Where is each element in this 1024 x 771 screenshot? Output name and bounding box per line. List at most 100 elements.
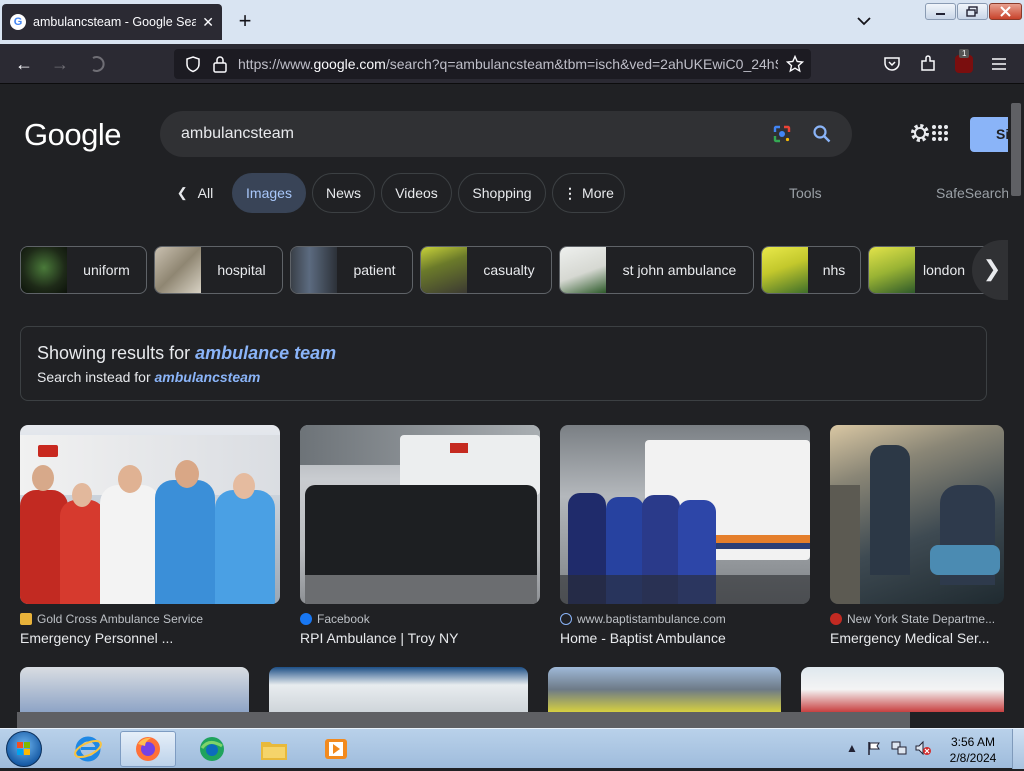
tab-more[interactable]: ⋮ More	[552, 173, 625, 213]
corrected-query-link[interactable]: ambulance team	[195, 343, 336, 363]
refine-label: uniform	[83, 262, 130, 278]
image-result[interactable]: New York State Departme... Emergency Med…	[830, 425, 1004, 646]
refine-chip-casualty[interactable]: casualty	[420, 246, 552, 294]
vertical-scrollbar-thumb[interactable]	[1011, 103, 1021, 196]
clock-date: 2/8/2024	[949, 751, 997, 765]
url-domain: google.com	[313, 56, 386, 72]
safesearch-button[interactable]: SafeSearch	[936, 185, 1008, 201]
tab-images[interactable]: Images	[232, 173, 306, 213]
restore-icon	[966, 6, 978, 17]
refine-chip-nhs[interactable]: nhs	[761, 246, 861, 294]
minimize-icon	[936, 13, 945, 15]
result-thumbnail[interactable]	[300, 425, 540, 604]
refine-label: patient	[353, 262, 396, 278]
refine-chip-patient[interactable]: patient	[290, 246, 413, 294]
back-arrow-icon[interactable]: ←	[12, 52, 36, 76]
result-title[interactable]: Emergency Personnel ...	[20, 630, 280, 646]
refine-thumbnail	[21, 247, 67, 293]
minimize-button[interactable]	[925, 3, 956, 20]
start-button[interactable]	[6, 731, 42, 767]
result-source[interactable]: Facebook	[300, 612, 540, 626]
refine-chip-hospital[interactable]: hospital	[154, 246, 283, 294]
list-all-tabs-icon[interactable]	[855, 12, 873, 30]
refine-thumbnail	[869, 247, 915, 293]
refine-thumbnail	[762, 247, 808, 293]
google-apps-grid-icon[interactable]	[932, 125, 948, 141]
nys-seal-icon	[830, 613, 842, 625]
search-instead-line: Search instead for ambulancsteam	[37, 369, 970, 385]
horizontal-scrollbar[interactable]	[0, 712, 1024, 728]
result-thumbnail[interactable]	[830, 425, 1004, 604]
result-title[interactable]: RPI Ambulance | Troy NY	[300, 630, 540, 646]
refine-chip-uniform[interactable]: uniform	[20, 246, 147, 294]
extension-badge: 1	[959, 49, 970, 58]
pocket-icon[interactable]	[883, 55, 901, 73]
result-thumbnail[interactable]	[560, 425, 810, 604]
lock-icon[interactable]	[212, 55, 228, 73]
image-result[interactable]: Gold Cross Ambulance Service Emergency P…	[20, 425, 280, 646]
forward-arrow-icon[interactable]: →	[48, 52, 72, 76]
stop-loading-icon[interactable]	[84, 52, 108, 76]
bookmark-star-icon[interactable]	[786, 55, 804, 73]
search-icon[interactable]	[812, 124, 832, 144]
image-result[interactable]: www.baptistambulance.com Home - Baptist …	[560, 425, 810, 646]
extensions-puzzle-icon[interactable]	[919, 55, 937, 73]
taskbar-edge[interactable]	[184, 731, 240, 767]
google-lens-camera-icon[interactable]	[772, 124, 792, 144]
image-result-partial[interactable]	[269, 667, 528, 712]
ublock-origin-icon[interactable]: 1	[955, 49, 973, 73]
close-window-button[interactable]	[989, 3, 1022, 20]
vertical-scrollbar[interactable]	[1008, 85, 1024, 712]
tab-all[interactable]: ❮ All	[166, 173, 224, 213]
settings-gear-icon[interactable]	[908, 121, 932, 145]
image-result-partial[interactable]	[548, 667, 781, 712]
taskbar-file-explorer[interactable]	[246, 731, 302, 767]
taskbar-internet-explorer[interactable]	[60, 731, 116, 767]
image-result[interactable]: Facebook RPI Ambulance | Troy NY	[300, 425, 540, 646]
browser-tab-active[interactable]: G ambulancsteam - Google Search ✕	[2, 4, 222, 40]
close-icon	[1000, 6, 1011, 17]
close-tab-icon[interactable]: ✕	[202, 14, 214, 31]
volume-muted-icon[interactable]	[914, 740, 932, 756]
tab-shopping[interactable]: Shopping	[458, 173, 546, 213]
show-hidden-icons-arrow-icon[interactable]: ▲	[846, 741, 858, 755]
result-source[interactable]: www.baptistambulance.com	[560, 612, 810, 626]
sign-in-button[interactable]: Si	[970, 117, 1008, 152]
result-source[interactable]: Gold Cross Ambulance Service	[20, 612, 280, 626]
result-title[interactable]: Emergency Medical Ser...	[830, 630, 1004, 646]
system-clock[interactable]: 3:56 AM 2/8/2024	[938, 734, 1008, 766]
tab-videos[interactable]: Videos	[381, 173, 452, 213]
source-name: Gold Cross Ambulance Service	[37, 612, 204, 626]
new-tab-button[interactable]: +	[234, 10, 256, 32]
result-source[interactable]: New York State Departme...	[830, 612, 1004, 626]
tracking-protection-shield-icon[interactable]	[184, 55, 202, 73]
showing-results-prefix: Showing results for	[37, 343, 196, 363]
taskbar-firefox[interactable]	[120, 731, 176, 767]
refine-thumbnail	[560, 247, 606, 293]
search-box[interactable]: ambulancsteam	[160, 111, 852, 157]
refine-chip-st-john-ambulance[interactable]: st john ambulance	[559, 246, 754, 294]
tab-news[interactable]: News	[312, 173, 375, 213]
result-thumbnail[interactable]	[20, 425, 280, 604]
refine-label: st john ambulance	[622, 262, 737, 278]
network-icon[interactable]	[890, 740, 908, 756]
image-result-partial[interactable]	[801, 667, 1004, 712]
show-desktop-button[interactable]	[1012, 729, 1024, 769]
image-result-partial[interactable]	[20, 667, 249, 712]
tools-button[interactable]: Tools	[789, 185, 822, 201]
taskbar-media-player[interactable]	[308, 731, 364, 767]
result-title[interactable]: Home - Baptist Ambulance	[560, 630, 810, 646]
restore-button[interactable]	[957, 3, 988, 20]
action-center-flag-icon[interactable]	[866, 740, 882, 756]
google-logo[interactable]: Google	[24, 117, 121, 153]
horizontal-scrollbar-thumb[interactable]	[17, 712, 910, 728]
address-bar[interactable]: https://www.google.com/search?q=ambulanc…	[174, 49, 811, 79]
original-query-link[interactable]: ambulancsteam	[155, 369, 261, 385]
edge-icon	[200, 737, 224, 761]
search-input[interactable]: ambulancsteam	[181, 125, 294, 143]
refine-label: nhs	[822, 262, 846, 278]
hamburger-menu-icon[interactable]	[991, 56, 1007, 72]
refine-thumbnail	[421, 247, 467, 293]
url-text: https://www.google.com/search?q=ambulanc…	[238, 56, 778, 72]
search-instead-prefix: Search instead for	[37, 369, 155, 385]
